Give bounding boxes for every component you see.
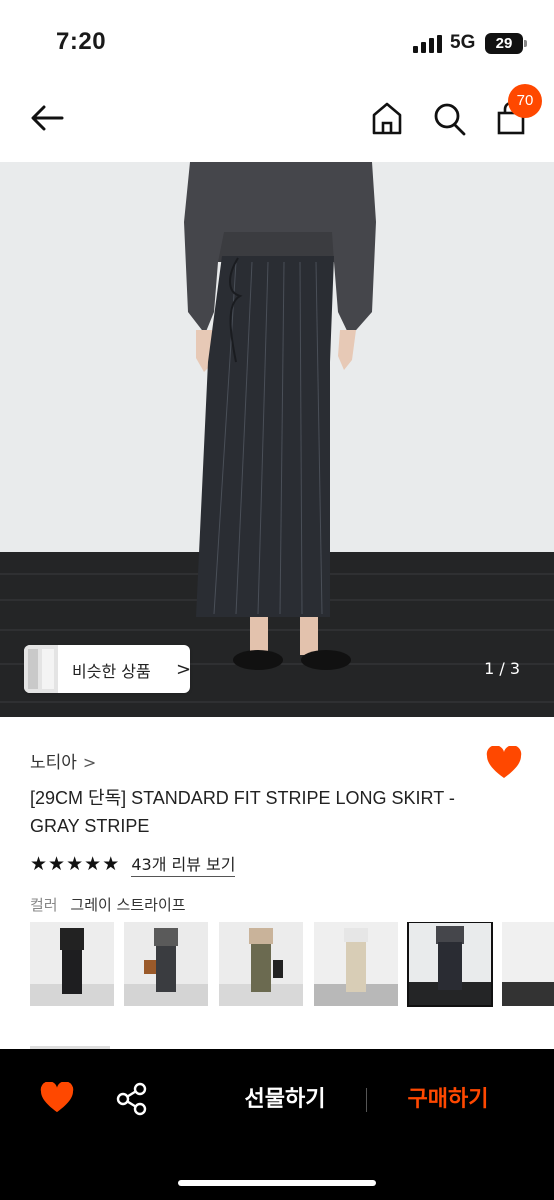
buy-button[interactable]: 구매하기: [388, 1082, 508, 1118]
product-image-gallery[interactable]: 비슷한 상품 > 1 / 3: [0, 162, 554, 717]
heart-icon[interactable]: [486, 745, 522, 780]
home-indicator[interactable]: [178, 1180, 376, 1186]
color-swatch-list: [30, 922, 554, 1008]
similar-products-thumbnail: [24, 645, 58, 693]
chevron-right-icon: >: [176, 659, 192, 680]
star-icon: ★: [30, 853, 48, 875]
star-icon: ★: [84, 853, 102, 875]
color-swatch-selected[interactable]: [407, 922, 493, 1007]
brand-link[interactable]: 노티아 >: [30, 748, 97, 773]
bottom-action-bar: [0, 1049, 554, 1200]
status-time: 7:20: [56, 28, 107, 55]
color-row: 컬러 그레이 스트라이프: [30, 894, 186, 915]
color-swatch[interactable]: [30, 922, 114, 1006]
cart-count-badge: 70: [508, 84, 542, 118]
heart-icon[interactable]: [40, 1081, 74, 1114]
star-icon: ★: [102, 853, 120, 875]
similar-products-label: 비슷한 상품: [72, 662, 151, 681]
color-swatch[interactable]: [219, 922, 303, 1006]
arrow-left-icon[interactable]: [28, 100, 68, 140]
status-bar: 7:20 5G 29: [0, 0, 554, 80]
star-icon: ★: [66, 853, 84, 875]
product-title: [29CM 단독] STANDARD FIT STRIPE LONG SKIRT…: [30, 788, 455, 836]
similar-products-button[interactable]: 비슷한 상품 >: [24, 645, 192, 693]
rating-row: ★★★★★ 43개 리뷰 보기: [30, 851, 236, 877]
color-label: 컬러: [30, 896, 58, 914]
star-icon: ★: [48, 853, 66, 875]
signal-icon: [413, 35, 443, 53]
share-icon[interactable]: [116, 1082, 148, 1116]
chevron-right-icon: >: [82, 753, 97, 772]
product-photo: [0, 162, 554, 717]
battery-icon: 29: [485, 33, 527, 54]
color-swatch[interactable]: [124, 922, 208, 1006]
review-link[interactable]: 43개 리뷰 보기: [131, 851, 236, 877]
rating-stars: ★★★★★: [30, 853, 120, 875]
home-icon[interactable]: [370, 100, 404, 138]
color-swatch[interactable]: [314, 922, 398, 1006]
color-value: 그레이 스트라이프: [70, 896, 186, 914]
search-icon[interactable]: [432, 100, 468, 138]
gift-button[interactable]: 선물하기: [220, 1082, 350, 1118]
network-label: 5G: [450, 32, 476, 53]
image-counter: 1 / 3: [484, 659, 520, 678]
color-swatch[interactable]: [502, 922, 554, 1006]
top-nav-bar: [0, 80, 554, 162]
divider: [366, 1088, 367, 1112]
brand-name: 노티아: [30, 753, 77, 773]
